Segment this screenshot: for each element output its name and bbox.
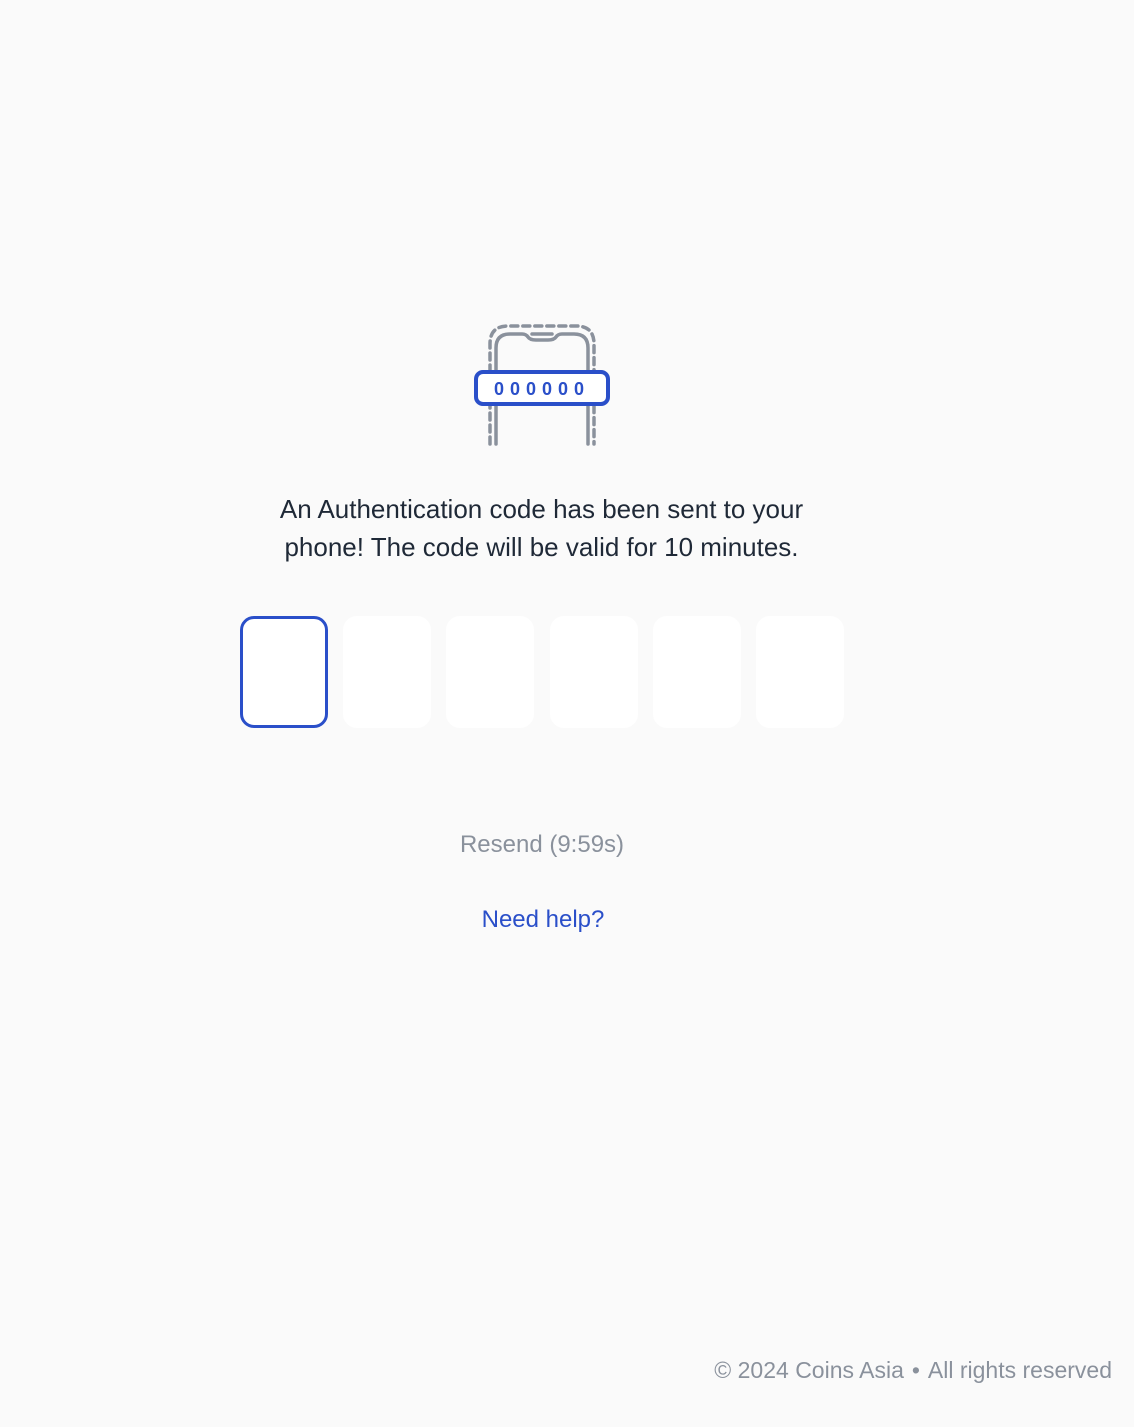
otp-digit-1[interactable] bbox=[240, 616, 328, 728]
illustration-code: 000000 bbox=[494, 379, 590, 399]
footer: © 2024 Coins Asia • All rights reserved bbox=[714, 1352, 1112, 1388]
otp-digit-6[interactable] bbox=[755, 616, 844, 728]
footer-separator: • bbox=[911, 1357, 920, 1383]
otp-digit-5[interactable] bbox=[652, 616, 741, 728]
phone-otp-icon: 000000 bbox=[474, 324, 610, 446]
otp-verification-page: 000000 An Authentication code has been s… bbox=[0, 0, 1134, 1427]
instruction-message: An Authentication code has been sent to … bbox=[279, 494, 804, 562]
otp-digit-4[interactable] bbox=[549, 616, 638, 728]
rights-text: All rights reserved bbox=[927, 1357, 1112, 1383]
otp-digit-2[interactable] bbox=[343, 616, 432, 728]
otp-input-group bbox=[240, 616, 844, 730]
otp-digit-3[interactable] bbox=[446, 616, 535, 728]
copyright-text: © 2024 Coins Asia bbox=[714, 1357, 904, 1383]
need-help-link[interactable]: Need help? bbox=[0, 901, 1086, 939]
resend-code-button[interactable]: Resend (9:59s) bbox=[0, 826, 1084, 864]
